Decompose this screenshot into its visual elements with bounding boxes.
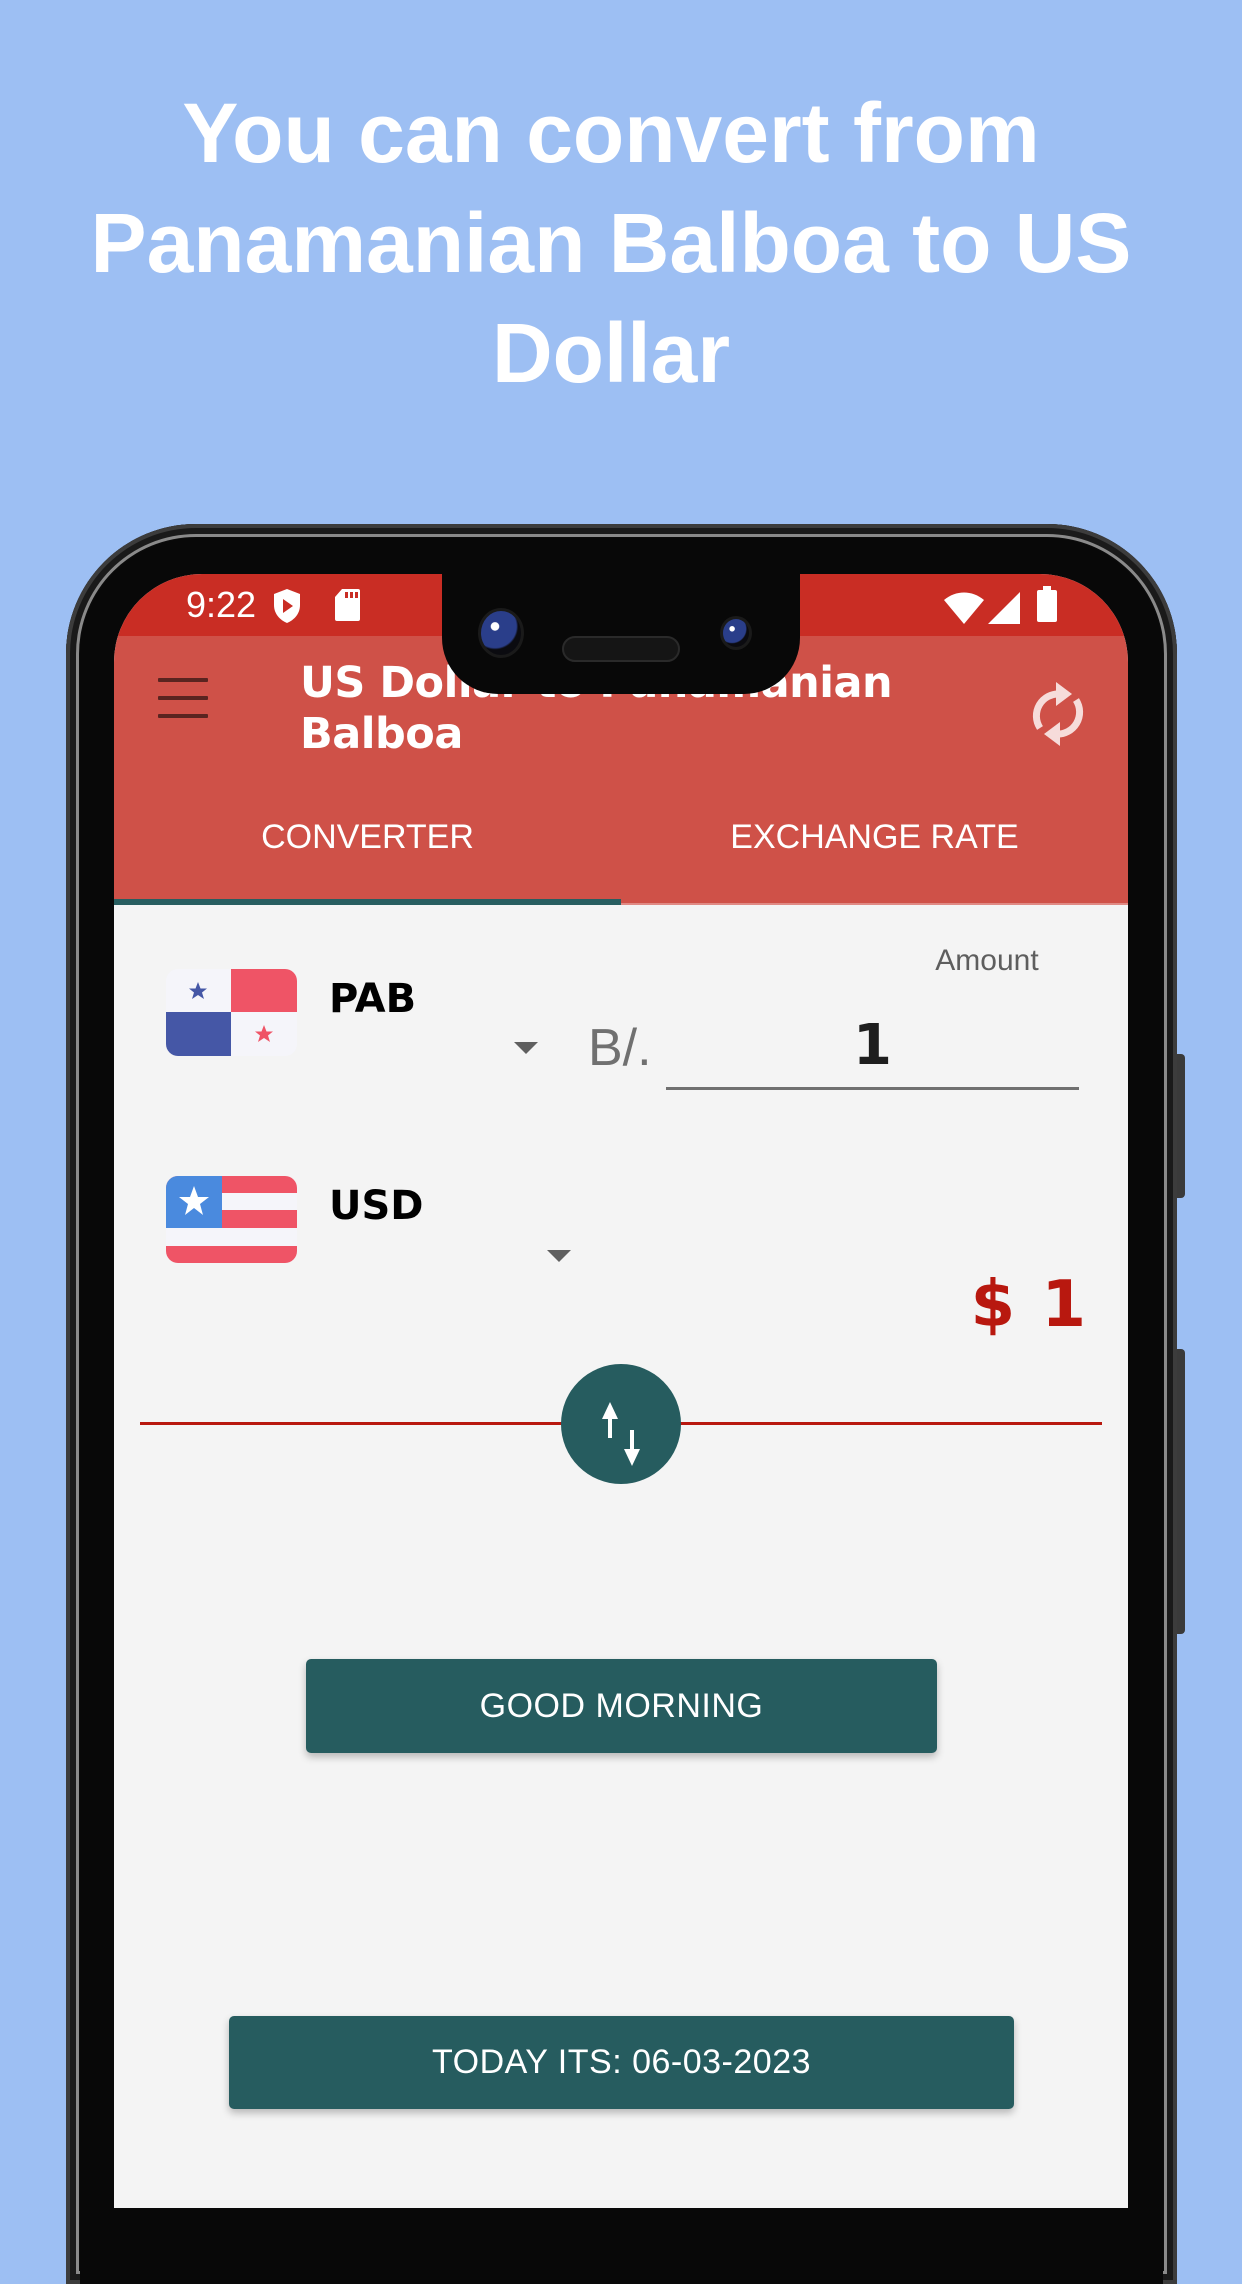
camera-notch [442, 560, 800, 694]
play-protect-shield-icon [272, 588, 302, 629]
conversion-result: $ 1 [970, 1268, 1088, 1342]
volume-button [1177, 1349, 1185, 1634]
earpiece-speaker [562, 636, 680, 662]
from-currency-symbol: B/. [588, 1019, 652, 1077]
to-currency-code[interactable]: USD [329, 1183, 424, 1229]
us-flag-icon[interactable] [166, 1176, 297, 1263]
today-date-button[interactable]: TODAY ITS: 06-03-2023 [229, 2016, 1014, 2109]
hamburger-menu-icon[interactable] [158, 678, 208, 718]
tab-bar: CONVERTER EXCHANGE RATE [114, 778, 1128, 904]
from-currency-code[interactable]: PAB [329, 976, 416, 1022]
tab-converter[interactable]: CONVERTER [114, 778, 621, 904]
to-currency-dropdown-arrow-icon[interactable] [547, 1250, 571, 1262]
refresh-icon[interactable] [1026, 678, 1090, 750]
front-camera-icon [478, 608, 524, 658]
swap-vertical-icon [602, 1402, 640, 1466]
promo-headline: You can convert from Panamanian Balboa t… [90, 86, 1132, 400]
sd-card-icon [334, 588, 360, 627]
tab-exchange-rate[interactable]: EXCHANGE RATE [621, 778, 1128, 904]
panama-flag-icon[interactable] [166, 969, 297, 1056]
wifi-icon [944, 592, 984, 629]
front-sensor-icon [720, 616, 752, 650]
amount-input[interactable] [666, 1004, 1079, 1090]
active-tab-indicator [114, 899, 621, 905]
tab-divider [621, 903, 1128, 905]
good-morning-button[interactable]: GOOD MORNING [306, 1659, 937, 1753]
power-button [1177, 1054, 1185, 1198]
cell-signal-icon [988, 592, 1020, 629]
status-time: 9:22 [186, 584, 257, 625]
from-currency-dropdown-arrow-icon[interactable] [514, 1042, 538, 1054]
app-screen: 9:22 US Dollar to Panamanian Balboa [114, 574, 1128, 2208]
battery-icon [1036, 586, 1058, 627]
swap-currencies-button[interactable] [561, 1364, 681, 1484]
amount-label: Amount [935, 944, 1039, 977]
